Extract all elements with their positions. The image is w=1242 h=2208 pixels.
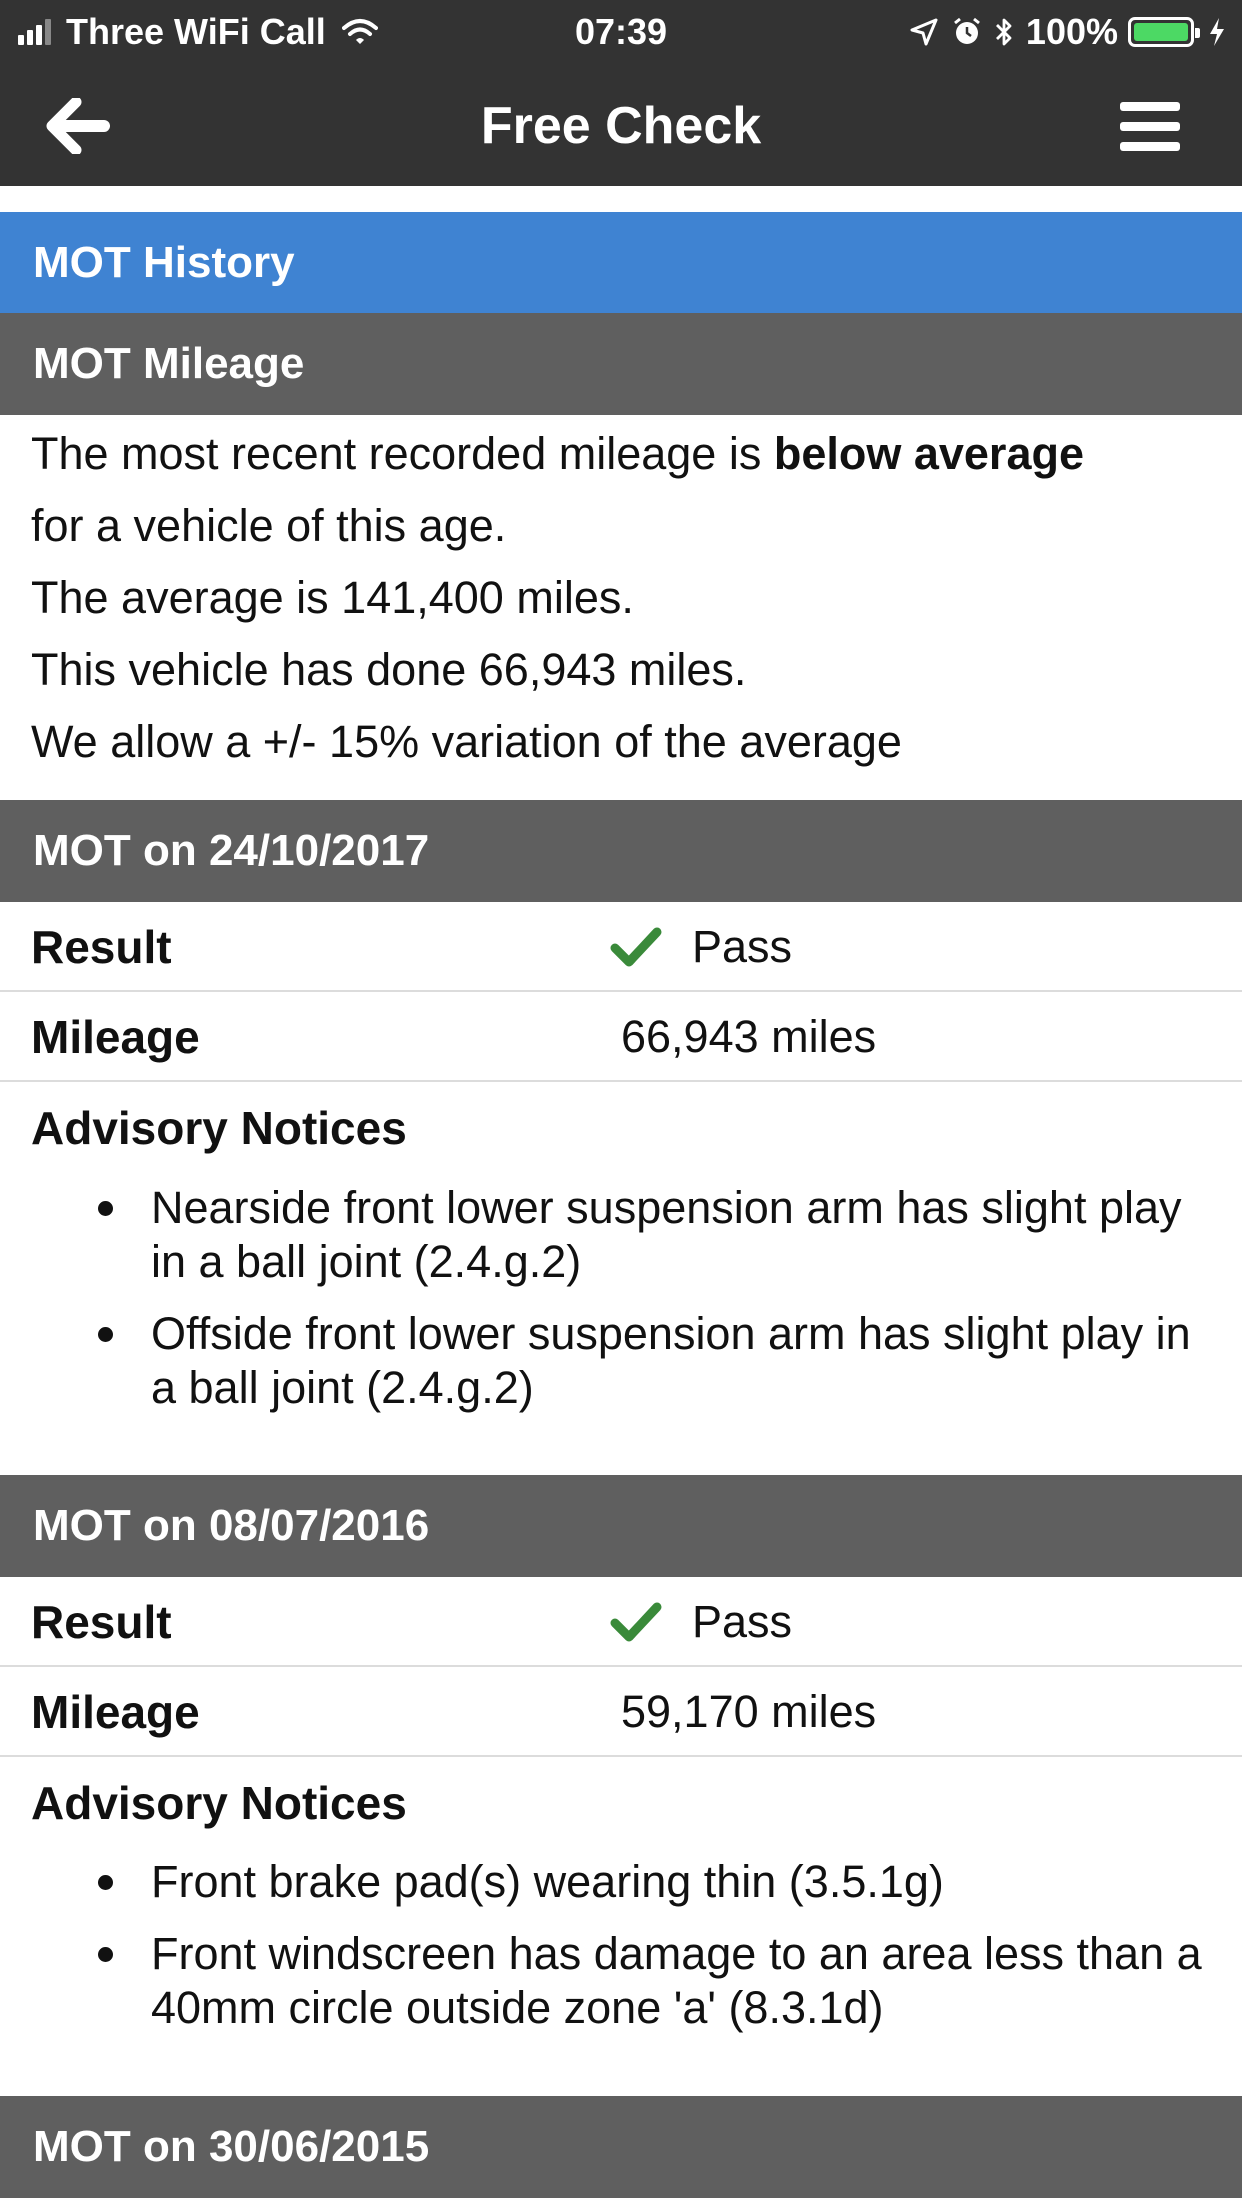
mileage-value: 59,170 miles <box>621 1686 877 1737</box>
mileage-row: Mileage 66,943 miles <box>0 992 1242 1082</box>
mileage-row: Mileage 59,170 miles <box>0 1667 1242 1757</box>
checkmark-icon <box>610 1602 662 1642</box>
below-average-text: below average <box>773 428 1084 479</box>
summary-line-5: We allow a +/- 15% variation of the aver… <box>31 716 902 767</box>
nav-bar: Free Check <box>0 62 1242 186</box>
advisory-item: Front brake pad(s) wearing thin (3.5.1g) <box>0 1855 1242 1909</box>
advisory-notices-title: Advisory Notices <box>31 1777 407 1829</box>
battery-icon <box>1128 17 1200 47</box>
result-value: Pass <box>692 921 793 972</box>
summary-line-3: The average is 141,400 miles. <box>31 572 634 623</box>
advisory-item: Nearside front lower suspension arm has … <box>0 1181 1242 1289</box>
mileage-summary: The most recent recorded mileage is belo… <box>31 418 1221 778</box>
mot-header: MOT on 24/10/2017 <box>0 800 1242 902</box>
result-label: Result <box>31 1596 172 1648</box>
battery-percent: 100% <box>1025 11 1118 52</box>
checkmark-icon <box>610 927 662 967</box>
mileage-label: Mileage <box>31 1686 200 1738</box>
result-row: Result Pass <box>0 1577 1242 1667</box>
summary-line-2: for a vehicle of this age. <box>31 500 507 551</box>
status-bar: Three WiFi Call 07:39 100% <box>0 0 1242 62</box>
mot-header: MOT on 08/07/2016 <box>0 1475 1242 1577</box>
result-label: Result <box>31 921 172 973</box>
result-value: Pass <box>692 1596 793 1647</box>
hamburger-menu-icon[interactable] <box>1120 102 1180 152</box>
advisory-item: Front windscreen has damage to an area l… <box>0 1927 1242 2035</box>
advisory-notices-title: Advisory Notices <box>31 1102 407 1154</box>
mileage-value: 66,943 miles <box>621 1011 877 1062</box>
summary-line-4: This vehicle has done 66,943 miles. <box>31 644 747 695</box>
bluetooth-icon <box>995 18 1012 46</box>
charging-bolt-icon <box>1210 18 1224 46</box>
mot-history-header: MOT History <box>0 212 1242 313</box>
advisory-list: Front brake pad(s) wearing thin (3.5.1g)… <box>0 1855 1242 2053</box>
advisory-list: Nearside front lower suspension arm has … <box>0 1181 1242 1433</box>
status-right: 100% <box>910 11 1226 53</box>
advisory-item: Offside front lower suspension arm has s… <box>0 1307 1242 1415</box>
alarm-clock-icon <box>953 17 980 44</box>
mileage-label: Mileage <box>31 1011 200 1063</box>
mot-header: MOT on 30/06/2015 <box>0 2096 1242 2198</box>
result-row: Result Pass <box>0 902 1242 992</box>
mot-mileage-header: MOT Mileage <box>0 313 1242 415</box>
location-arrow-icon <box>910 18 938 46</box>
summary-line-1: The most recent recorded mileage is belo… <box>31 428 1084 479</box>
page-title: Free Check <box>480 97 762 155</box>
